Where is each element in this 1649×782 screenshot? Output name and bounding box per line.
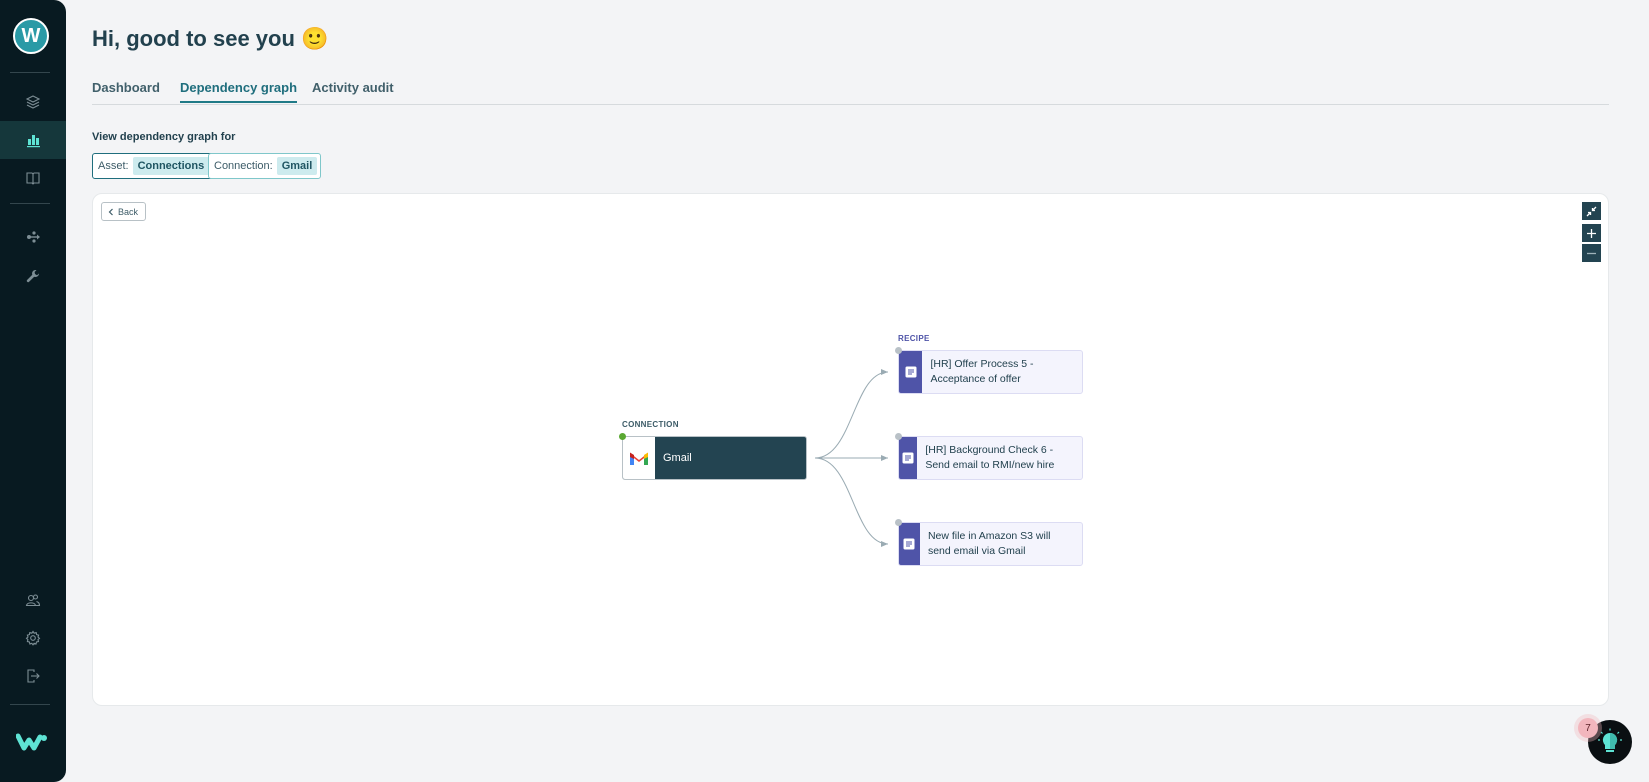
recipe-document-icon bbox=[902, 452, 914, 464]
recipe-node[interactable]: New file in Amazon S3 will send email vi… bbox=[898, 522, 1083, 566]
recipe-type-label: RECIPE bbox=[898, 334, 930, 343]
graph-edges bbox=[814, 369, 889, 547]
recipe-status-dot bbox=[895, 519, 902, 526]
logout-icon bbox=[27, 669, 40, 683]
tab-activity-audit[interactable]: Activity audit bbox=[312, 80, 394, 101]
sidebar-item-wrench[interactable] bbox=[0, 257, 66, 295]
chip-key: Connection: bbox=[214, 160, 273, 172]
gmail-icon-wrap bbox=[623, 437, 655, 479]
filter-label: View dependency graph for bbox=[92, 131, 236, 143]
sidebar-item-dashboard[interactable] bbox=[0, 121, 66, 159]
chip-value: Connections bbox=[132, 157, 210, 175]
greeting-text: Hi, good to see you bbox=[92, 26, 295, 51]
connection-node-gmail[interactable]: Gmail bbox=[622, 436, 807, 480]
sidebar-item-settings[interactable] bbox=[0, 619, 66, 657]
lightbulb-icon bbox=[1598, 728, 1622, 752]
dependency-graph-panel: Back CONNECTION Gmail RECIPE [HR] Offer … bbox=[92, 193, 1609, 706]
connection-name: Gmail bbox=[663, 452, 692, 464]
edge-to-recipe-1 bbox=[814, 369, 889, 459]
edge-to-recipe-3 bbox=[814, 457, 889, 547]
sidebar-item-logout[interactable] bbox=[0, 657, 66, 695]
sidebar-divider bbox=[10, 72, 50, 73]
page-title: Hi, good to see you 🙂 bbox=[92, 26, 328, 52]
chip-value: Gmail bbox=[276, 157, 318, 175]
recipe-status-dot bbox=[895, 347, 902, 354]
bar-chart-icon bbox=[27, 135, 40, 148]
recipe-status-dot bbox=[895, 433, 902, 440]
sidebar: W bbox=[0, 0, 66, 782]
tab-dashboard[interactable]: Dashboard bbox=[92, 80, 160, 101]
sidebar-item-team[interactable] bbox=[0, 581, 66, 619]
notification-badge: 7 bbox=[1578, 718, 1598, 738]
tab-bar: Dashboard Dependency graph Activity audi… bbox=[92, 78, 1609, 105]
book-icon bbox=[26, 172, 40, 185]
tab-dependency-graph[interactable]: Dependency graph bbox=[180, 80, 298, 103]
connection-type-label: CONNECTION bbox=[622, 420, 679, 429]
recipe-icon-wrap bbox=[899, 437, 918, 479]
gmail-icon bbox=[630, 452, 648, 465]
recipe-document-icon bbox=[905, 366, 917, 378]
asset-filter-chip[interactable]: Asset: Connections bbox=[92, 153, 214, 179]
wrench-icon bbox=[26, 270, 39, 283]
chip-key: Asset: bbox=[98, 160, 129, 172]
recipe-name: [HR] Background Check 6 - Send email to … bbox=[925, 444, 1055, 471]
recipe-name: [HR] Offer Process 5 - Acceptance of off… bbox=[930, 358, 1034, 385]
recipe-name: New file in Amazon S3 will send email vi… bbox=[927, 530, 1051, 557]
recipe-icon-wrap bbox=[899, 351, 923, 393]
sidebar-divider bbox=[10, 203, 50, 204]
recipe-document-icon bbox=[903, 538, 915, 550]
users-icon bbox=[25, 594, 41, 607]
brand-logo-icon bbox=[16, 733, 47, 751]
recipe-node[interactable]: [HR] Background Check 6 - Send email to … bbox=[898, 436, 1083, 480]
sidebar-item-docs[interactable] bbox=[0, 159, 66, 197]
layers-icon bbox=[25, 95, 41, 109]
sidebar-item-assets[interactable] bbox=[0, 83, 66, 121]
sidebar-divider bbox=[10, 704, 50, 705]
recipe-icon-wrap bbox=[899, 523, 920, 565]
workspace-logo[interactable]: W bbox=[13, 18, 49, 54]
logo-letter: W bbox=[21, 24, 41, 47]
smile-emoji-icon: 🙂 bbox=[301, 26, 329, 51]
connector-icon bbox=[27, 231, 40, 243]
gear-icon bbox=[25, 630, 41, 646]
connection-status-dot bbox=[619, 433, 626, 440]
recipe-node[interactable]: [HR] Offer Process 5 - Acceptance of off… bbox=[898, 350, 1083, 394]
connection-filter-chip[interactable]: Connection: Gmail bbox=[208, 153, 322, 179]
sidebar-item-tools[interactable] bbox=[0, 218, 66, 256]
